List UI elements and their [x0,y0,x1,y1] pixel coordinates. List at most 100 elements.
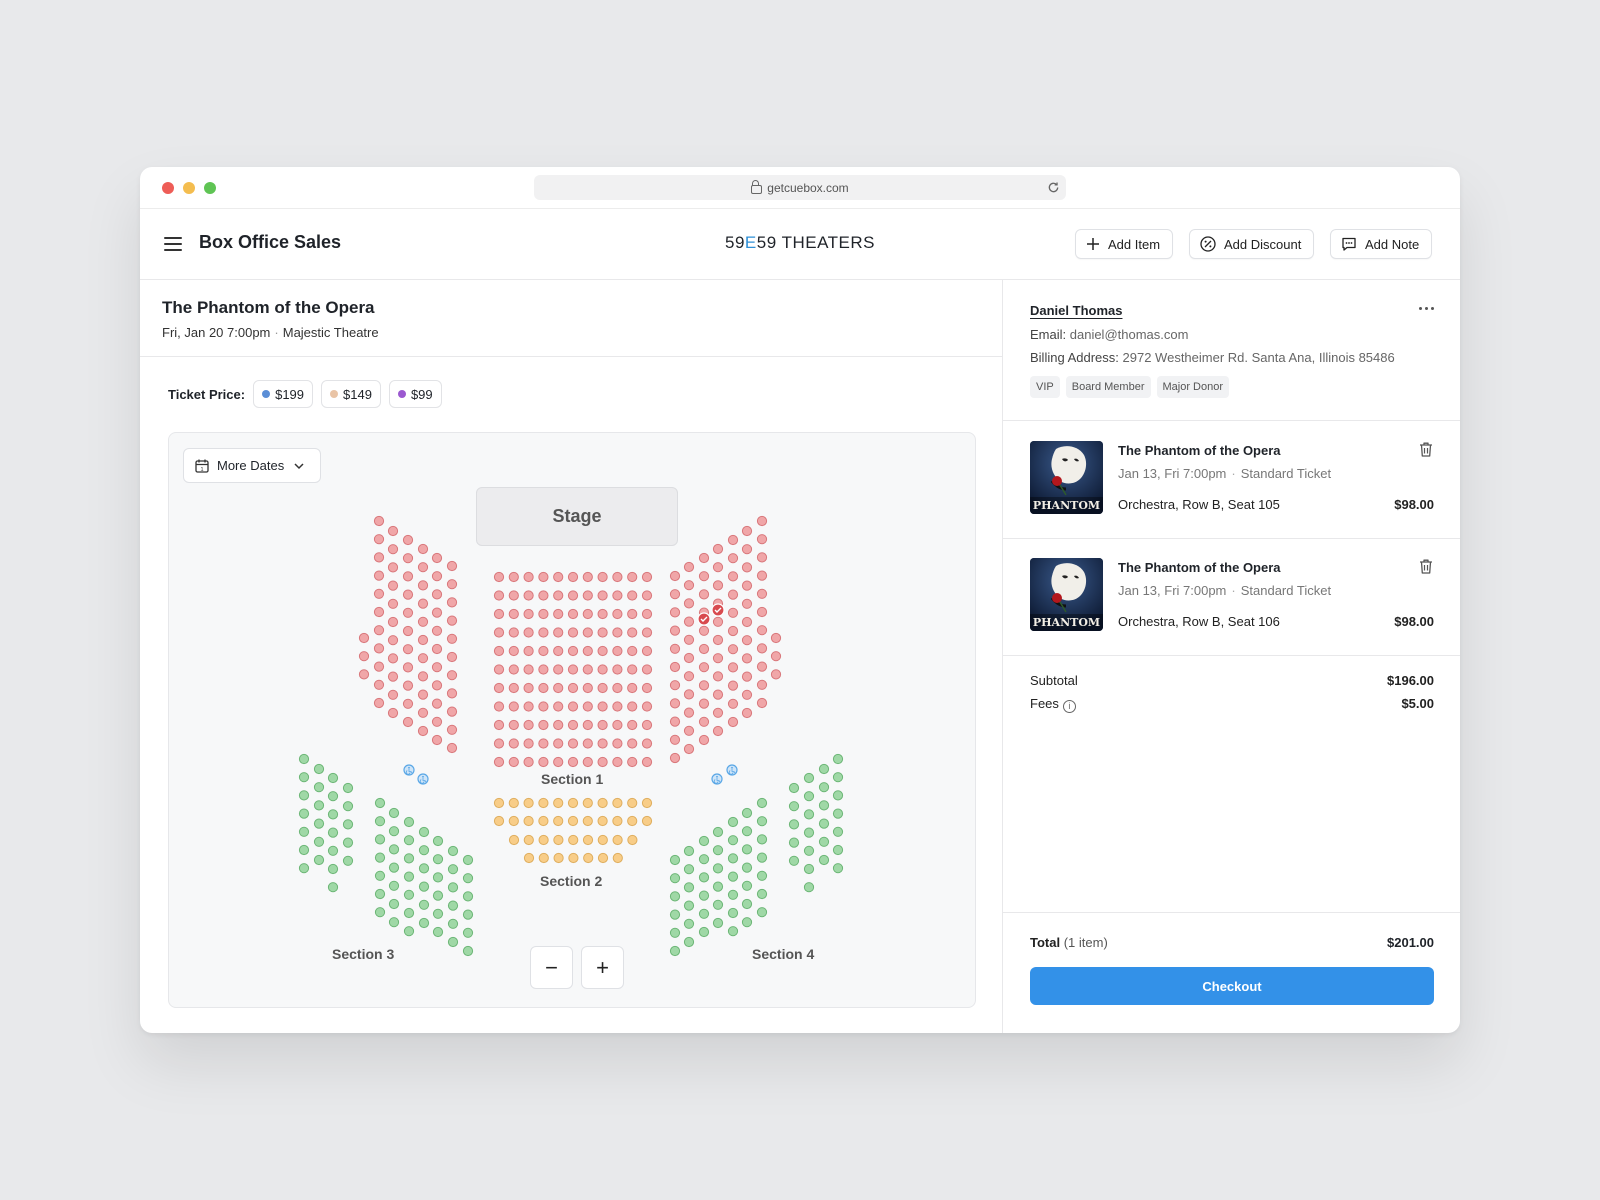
seat[interactable] [493,682,505,694]
seat[interactable] [683,616,695,627]
seat[interactable] [431,571,443,582]
seat[interactable] [803,809,815,820]
seat[interactable] [612,682,623,694]
seat[interactable] [698,625,710,636]
seat[interactable] [447,864,459,875]
seat[interactable] [553,608,564,620]
seat[interactable] [641,701,653,712]
seat[interactable] [493,627,505,638]
seat[interactable] [418,826,430,838]
seat[interactable] [567,590,579,601]
seat[interactable] [712,863,724,874]
customer-name[interactable]: Daniel Thomas [1030,303,1122,318]
seat[interactable] [374,907,386,918]
seat[interactable] [698,662,710,673]
seat[interactable] [417,725,429,737]
seat[interactable] [727,835,739,846]
seat[interactable] [727,816,739,828]
seat[interactable] [538,701,549,712]
seat[interactable] [374,888,386,900]
seat[interactable] [432,890,444,901]
seat[interactable] [756,816,768,827]
seat[interactable] [741,689,753,700]
seat[interactable] [641,627,653,638]
seat[interactable] [627,756,638,768]
seat[interactable] [373,588,385,599]
seat[interactable] [298,808,310,819]
seat[interactable] [597,797,608,809]
seat[interactable] [418,845,430,856]
seat[interactable] [568,834,579,846]
seat[interactable] [832,753,844,765]
seat[interactable] [538,852,549,864]
seat[interactable] [582,719,593,731]
seat[interactable] [818,800,830,811]
seat[interactable] [818,836,830,847]
seat[interactable] [418,881,430,892]
seat[interactable] [298,826,310,837]
seat[interactable] [597,852,609,864]
seat[interactable] [538,815,549,827]
seat[interactable] [553,756,564,768]
seat[interactable] [669,589,681,600]
seat[interactable] [523,571,534,583]
seat[interactable] [612,571,623,583]
seat[interactable] [597,682,608,694]
checkout-button[interactable]: Checkout [1030,967,1434,1005]
seat[interactable] [446,742,458,754]
price-chip-199[interactable]: $199 [253,380,314,408]
seat[interactable] [462,927,474,938]
seat[interactable] [712,580,724,591]
seat[interactable] [493,664,505,675]
price-chip-99[interactable]: $99 [388,380,442,408]
seat[interactable] [683,689,695,700]
seat[interactable] [698,926,710,938]
seat[interactable] [298,753,310,765]
seat[interactable] [698,854,710,865]
seat[interactable] [727,680,739,691]
seat[interactable] [417,707,429,718]
seat[interactable] [567,682,579,694]
seat[interactable] [641,645,653,657]
accessible-seat-icon[interactable] [417,773,429,785]
seat[interactable] [387,707,399,719]
seat[interactable] [402,553,414,564]
seat[interactable] [567,701,579,712]
seat[interactable] [418,899,430,910]
seat[interactable] [756,697,768,709]
seat[interactable] [403,907,415,919]
seat[interactable] [523,834,534,846]
seat[interactable] [683,707,695,718]
seat[interactable] [567,664,579,675]
seat[interactable] [446,670,458,681]
seat[interactable] [727,571,739,582]
seat[interactable] [553,701,564,712]
seat[interactable] [683,743,695,755]
seat[interactable] [523,719,534,731]
add-item-button[interactable]: Add Item [1075,229,1174,259]
seat[interactable] [538,590,549,601]
seat[interactable] [612,645,623,657]
seat[interactable] [627,627,638,638]
seat[interactable] [402,625,414,637]
add-discount-button[interactable]: Add Discount [1189,229,1315,259]
seat[interactable] [756,834,768,845]
seat[interactable] [583,852,594,864]
seat[interactable] [418,863,430,874]
seat[interactable] [417,580,429,591]
seat[interactable] [741,525,753,537]
seat[interactable] [327,827,339,838]
seat[interactable] [597,834,608,846]
seat[interactable] [298,790,310,801]
seat[interactable] [832,808,844,819]
seat[interactable] [612,834,623,846]
seat[interactable] [417,653,429,664]
seat[interactable] [641,664,653,675]
seat[interactable] [403,871,415,882]
seat[interactable] [788,801,800,812]
seat[interactable] [803,772,815,784]
seat[interactable] [683,634,695,645]
seat[interactable] [523,738,534,749]
seat[interactable] [446,724,458,735]
seat[interactable] [698,734,710,746]
